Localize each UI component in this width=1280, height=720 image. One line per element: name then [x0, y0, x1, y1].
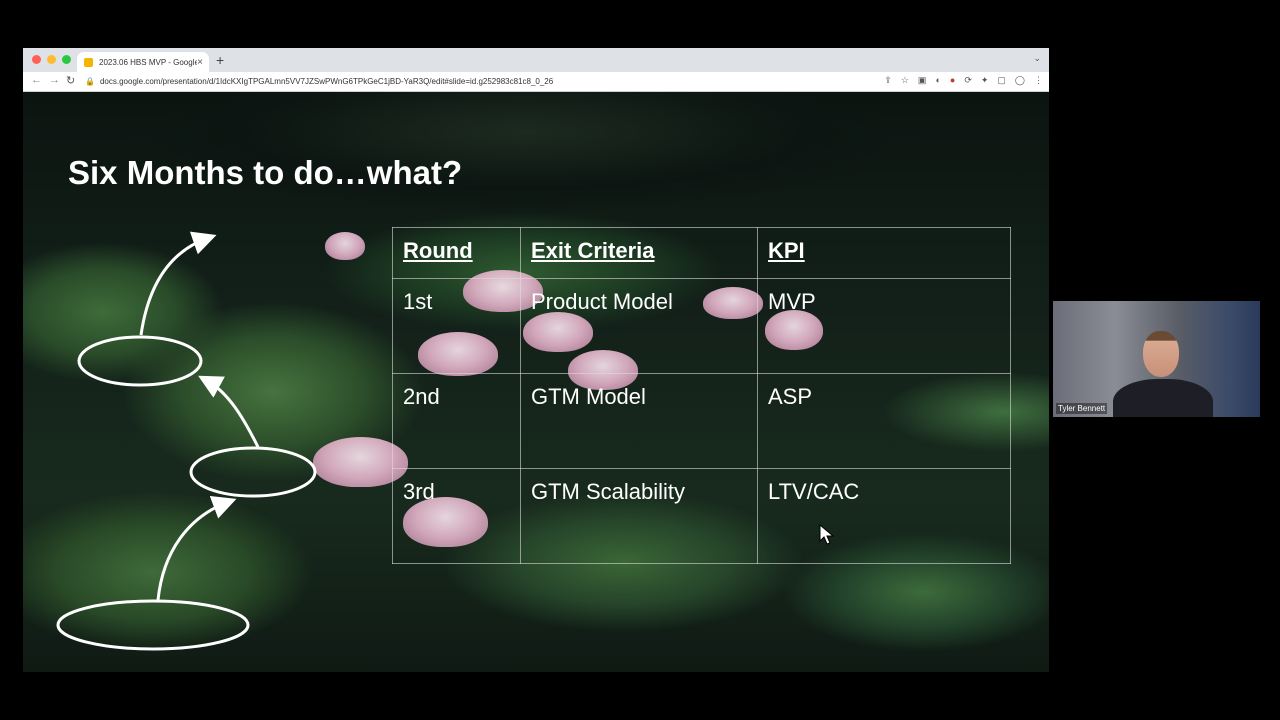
lily-pad-circle	[77, 335, 203, 387]
address-bar[interactable]: 🔒 docs.google.com/presentation/d/1IdcKXI…	[85, 74, 865, 89]
url-text: docs.google.com/presentation/d/1IdcKXIgT…	[99, 77, 554, 86]
tab-close-icon[interactable]: ×	[197, 57, 203, 68]
google-slides-icon	[84, 57, 93, 67]
tab-title: 2023.06 HBS MVP - Google Sl	[99, 57, 198, 67]
participant-name: Tyler Bennett	[1056, 403, 1108, 414]
progression-arrows-diagram	[56, 231, 317, 651]
slide-canvas: Six Months to do…what? Round Exit Criter…	[23, 92, 1049, 672]
browser-toolbar: ← → ↻ 🔒 docs.google.com/presentation/d/1…	[23, 72, 1049, 92]
extension-icon[interactable]: ◐	[935, 75, 940, 86]
browser-window: 2023.06 HBS MVP - Google Sl × + ⌄ ← → ↻ …	[23, 48, 1049, 672]
tab-bar: 2023.06 HBS MVP - Google Sl × + ⌄	[23, 48, 1049, 72]
sidebar-icon[interactable]: ▢	[997, 75, 1006, 86]
minimize-window-button[interactable]	[47, 55, 56, 64]
toolbar-icons: ⇪ ☆ ▣ ◐ ● ⟳ ✦ ▢ ◯ ⋮	[884, 75, 1043, 86]
arrow-line	[156, 496, 237, 601]
tab-slides[interactable]: 2023.06 HBS MVP - Google Sl ×	[77, 52, 209, 72]
new-tab-button[interactable]: +	[216, 52, 224, 68]
extension-icon[interactable]: ⟳	[964, 75, 972, 86]
participant-body	[1113, 379, 1213, 417]
mouse-cursor-icon	[819, 524, 835, 545]
arrow-line	[139, 231, 217, 336]
maximize-window-button[interactable]	[62, 55, 71, 64]
reload-button[interactable]: ↻	[66, 74, 75, 87]
tab-search-icon[interactable]: ⌄	[1033, 53, 1041, 64]
extension-icon[interactable]: ●	[950, 75, 955, 86]
menu-kebab-icon[interactable]: ⋮	[1034, 75, 1043, 86]
arrow-line	[198, 375, 260, 448]
lock-icon: 🔒	[85, 77, 95, 86]
bookmark-star-icon[interactable]: ☆	[901, 75, 909, 86]
forward-button[interactable]: →	[49, 74, 60, 86]
window-controls	[32, 55, 71, 64]
close-window-button[interactable]	[32, 55, 41, 64]
profile-avatar-icon[interactable]: ◯	[1015, 75, 1025, 86]
puzzle-icon[interactable]: ✦	[981, 75, 989, 86]
lily-pad-circle	[189, 446, 317, 498]
back-button[interactable]: ←	[31, 74, 42, 86]
participant-video: Tyler Bennett	[1053, 301, 1260, 417]
share-icon[interactable]: ⇪	[884, 75, 892, 86]
participant-avatar	[1143, 331, 1179, 377]
extension-icon[interactable]: ▣	[918, 75, 927, 86]
lily-pad-circle	[56, 599, 250, 651]
